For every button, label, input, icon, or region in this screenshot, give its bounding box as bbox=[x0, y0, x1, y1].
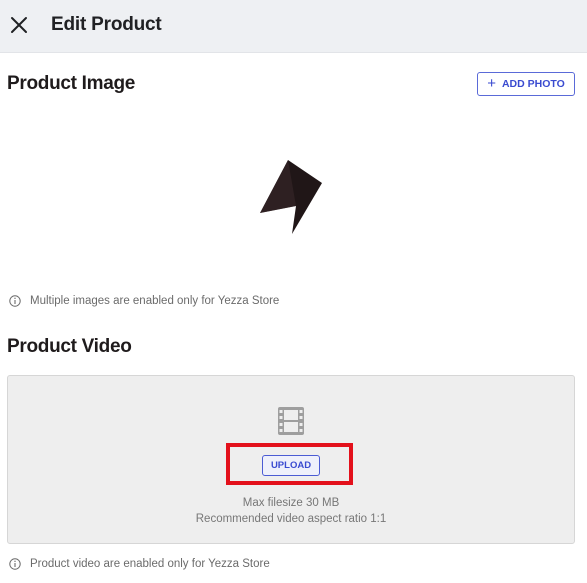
video-info-note: Product video are enabled only for Yezza… bbox=[9, 558, 270, 570]
max-filesize-text: Max filesize 30 MB bbox=[242, 497, 340, 509]
image-note-text: Multiple images are enabled only for Yez… bbox=[30, 295, 280, 307]
add-photo-button[interactable]: + ADD PHOTO bbox=[477, 72, 575, 96]
product-video-heading: Product Video bbox=[7, 336, 132, 357]
top-bar: Edit Product bbox=[0, 0, 587, 53]
aspect-ratio-text: Recommended video aspect ratio 1:1 bbox=[195, 513, 387, 525]
add-photo-label: ADD PHOTO bbox=[501, 78, 565, 90]
image-info-note: Multiple images are enabled only for Yez… bbox=[9, 295, 279, 307]
info-icon bbox=[9, 558, 21, 570]
page-title: Edit Product bbox=[51, 14, 162, 35]
close-button[interactable] bbox=[8, 14, 30, 36]
plus-icon: + bbox=[487, 75, 496, 92]
product-image-heading: Product Image bbox=[7, 73, 136, 94]
video-note-text: Product video are enabled only for Yezza… bbox=[30, 558, 270, 570]
upload-button[interactable]: UPLOAD bbox=[262, 455, 320, 476]
info-icon bbox=[9, 295, 21, 307]
lightning-bolt-logo bbox=[260, 160, 322, 234]
close-icon bbox=[11, 17, 27, 33]
film-icon bbox=[278, 407, 304, 435]
